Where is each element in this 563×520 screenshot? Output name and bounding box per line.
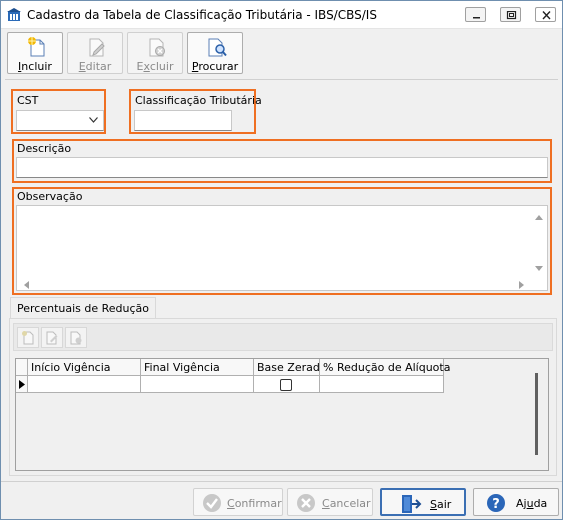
grid-corner [16,359,28,376]
sair-label: Sair [430,498,452,511]
tab-percentuais-reducao[interactable]: Percentuais de Redução [10,297,157,319]
minimize-button[interactable] [465,7,486,22]
delete-document-icon [70,331,82,345]
cell-base-zerada[interactable] [254,376,320,393]
building-icon [7,8,21,21]
descricao-label: Descrição [17,142,72,155]
col-header-base-zerada[interactable]: Base Zerada [254,359,327,376]
window-title: Cadastro da Tabela de Classificação Trib… [27,8,377,22]
new-document-icon [28,37,45,57]
row-indicator[interactable] [16,376,28,393]
confirmar-label: Confirmar [227,497,282,510]
cell-reducao[interactable] [320,376,444,393]
scroll-right-icon[interactable] [518,281,525,289]
grid-delete-button[interactable] [65,327,87,348]
bottom-bar: Confirmar Cancelar Sair ? Ajuda [1,481,562,519]
descricao-input[interactable] [16,157,548,178]
editar-button[interactable]: Editar [67,32,123,74]
scroll-up-icon[interactable] [535,214,543,221]
procurar-button[interactable]: Procurar [187,32,243,74]
svg-text:?: ? [492,497,500,512]
grid-scrollbar[interactable] [535,373,538,455]
minimize-icon [473,17,480,19]
maximize-icon [506,11,517,20]
classificacao-label: Classificação Tributária [135,94,262,107]
cancel-circle-icon [297,494,315,512]
search-document-icon [208,38,227,57]
classificacao-input[interactable] [134,110,232,131]
close-button[interactable] [535,7,556,22]
procurar-label: Procurar [191,60,239,73]
confirmar-button[interactable]: Confirmar [193,488,283,516]
exit-door-icon [402,495,422,513]
title-bar: Cadastro da Tabela de Classificação Trib… [1,1,562,29]
ajuda-button[interactable]: ? Ajuda [473,488,559,516]
sair-button[interactable]: Sair [380,488,466,516]
main-toolbar: Incluir Editar Excluir Procurar [5,32,558,76]
editar-label: Editar [78,60,112,73]
col-header-inicio[interactable]: Início Vigência [28,359,141,376]
cancelar-button[interactable]: Cancelar [287,488,373,516]
maximize-button[interactable] [500,7,521,22]
grid-edit-button[interactable] [41,327,63,348]
base-zerada-checkbox[interactable] [280,379,292,391]
ajuda-label: Ajuda [516,497,548,510]
app-window: Cadastro da Tabela de Classificação Trib… [0,0,563,520]
observacao-textarea[interactable] [16,205,548,291]
cancelar-label: Cancelar [322,497,371,510]
excluir-button[interactable]: Excluir [127,32,183,74]
incluir-button[interactable]: Incluir [7,32,63,74]
scroll-left-icon[interactable] [23,281,30,289]
chevron-down-icon [89,117,98,123]
col-header-reducao[interactable]: % Redução de Alíquota [320,359,450,376]
check-circle-icon [203,494,221,512]
cell-inicio[interactable] [28,376,141,393]
scroll-down-icon[interactable] [535,265,543,272]
cst-label: CST [17,94,39,107]
help-icon: ? [487,494,505,512]
excluir-label: Excluir [136,60,174,73]
incluir-label: Incluir [18,60,52,73]
reducao-grid: Início Vigência Final Vigência Base Zera… [15,358,549,471]
cst-select[interactable] [16,110,104,131]
tab-strip: Percentuais de Redução [5,297,558,319]
new-document-icon [22,331,34,345]
percentuais-tab-panel: Início Vigência Final Vigência Base Zera… [9,318,557,476]
delete-document-icon [149,38,165,57]
col-header-final[interactable]: Final Vigência [141,359,254,376]
cell-final[interactable] [141,376,254,393]
close-icon [542,11,551,20]
edit-document-icon [89,38,105,57]
grid-add-button[interactable] [17,327,39,348]
edit-document-icon [46,331,58,345]
observacao-label: Observação [17,190,83,203]
grid-toolbar [13,323,553,351]
current-row-icon [19,380,25,389]
